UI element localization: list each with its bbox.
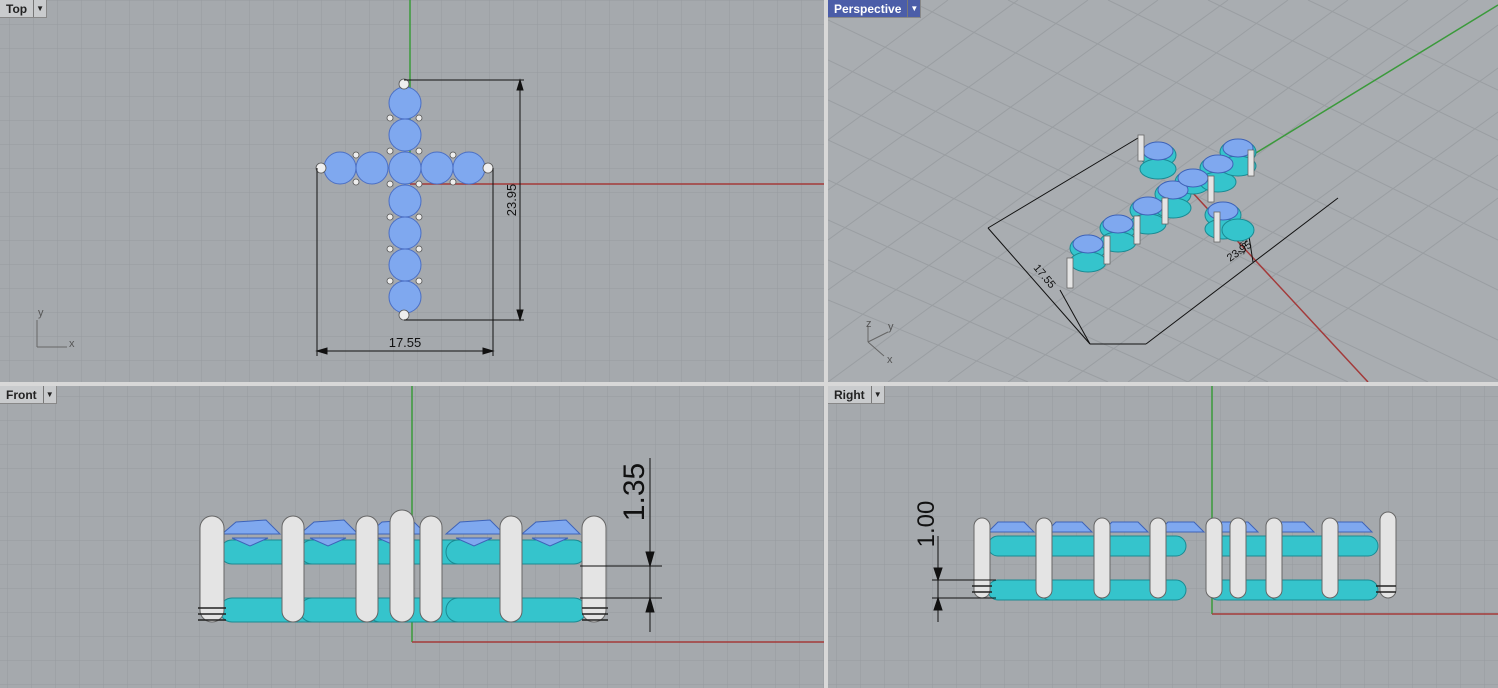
front-canvas: 1.35 — [0, 386, 824, 688]
viewport-tab-label: Right — [834, 387, 865, 402]
viewport-tab-right[interactable]: Right ▼ — [828, 386, 885, 404]
right-dim-text: 1.00 — [913, 501, 940, 548]
viewport-front[interactable]: 1.35 Front ▼ — [0, 386, 824, 688]
axis-y-label: y — [38, 307, 44, 319]
triangle-down-icon[interactable]: ▼ — [33, 0, 46, 17]
viewport-right[interactable]: 1.00 Right ▼ — [828, 386, 1498, 688]
axis-x-label: x — [887, 354, 893, 366]
triangle-down-icon[interactable]: ▼ — [907, 0, 920, 17]
right-canvas: 1.00 — [828, 386, 1498, 688]
viewport-top[interactable]: 23.95 17.55 y x Top ▼ — [0, 0, 824, 382]
front-dim-text: 1.35 — [618, 463, 651, 521]
triangle-down-icon[interactable]: ▼ — [870, 386, 884, 403]
viewport-tab-top[interactable]: Top ▼ — [0, 0, 48, 18]
axis-x-label: x — [69, 338, 75, 350]
top-canvas: 23.95 17.55 y x — [0, 0, 824, 382]
viewport-tab-label: Front — [6, 387, 37, 402]
viewport-tab-perspective[interactable]: Perspective ▼ — [828, 0, 922, 18]
viewport-perspective[interactable]: 23.95 17.55 1.35 z y x Perspective ▼ — [828, 0, 1498, 382]
dim-height-text: 23.95 — [504, 184, 519, 217]
axis-y-label: y — [888, 321, 894, 333]
axis-z-label: z — [866, 318, 872, 330]
viewport-tab-label: Top — [6, 1, 28, 16]
viewport-tab-label: Perspective — [834, 1, 902, 16]
perspective-canvas: 23.95 17.55 1.35 z y x — [828, 0, 1498, 382]
viewport-tab-front[interactable]: Front ▼ — [0, 386, 57, 404]
dim-width-text: 17.55 — [389, 335, 422, 350]
triangle-down-icon[interactable]: ▼ — [42, 386, 56, 403]
